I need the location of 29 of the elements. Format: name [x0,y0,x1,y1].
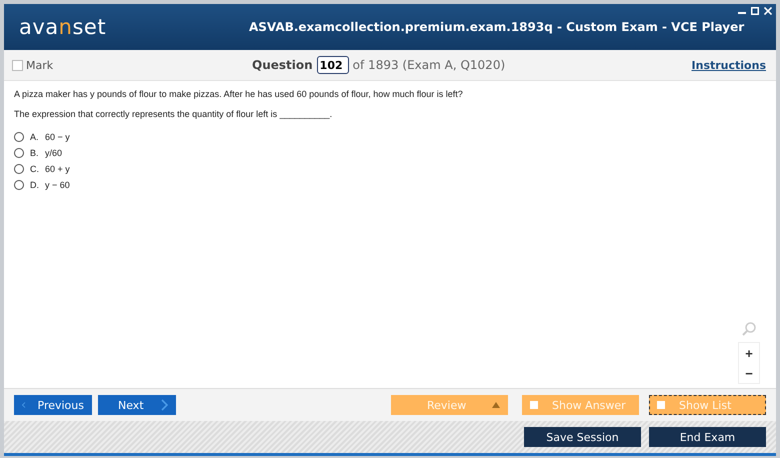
mark-checkbox[interactable]: Mark [12,58,252,72]
instructions-link[interactable]: Instructions [692,58,766,72]
option-text: 60 − y [45,132,70,142]
triangle-icon [492,402,500,408]
question-number-field[interactable]: 102 [316,56,349,74]
option-text: 60 + y [45,164,70,174]
next-button[interactable]: Next [98,395,176,415]
option-letter: D. [30,180,40,190]
option-letter: C. [30,164,40,174]
save-session-button[interactable]: Save Session [524,427,641,447]
option-text: y/60 [45,148,62,158]
question-label: Question [252,58,313,72]
option-letter: A. [30,132,40,142]
previous-button[interactable]: Previous [14,395,92,415]
logo: avanset [19,15,108,39]
chevron-right-icon [161,399,168,411]
end-exam-button[interactable]: End Exam [649,427,766,447]
option-text: y − 60 [45,180,70,190]
maximize-icon[interactable] [751,7,759,15]
question-text: A pizza maker has y pounds of flour to make pizzas. After he has used 60 pounds of flour, how much flour is left? [14,89,464,99]
radio-button[interactable] [14,148,24,158]
question-prompt: The expression that correctly represents the quantity of flour left is __________. [14,109,334,119]
option-letter: B. [30,148,40,158]
close-icon[interactable] [764,7,772,15]
window-title: ASVAB.examcollection.premium.exam.1893q - Custom Exam - VCE Player [249,20,744,34]
question-count: of 1893 (Exam A, Q1020) [352,58,506,72]
radio-button[interactable] [14,164,24,174]
radio-button[interactable] [14,132,24,142]
radio-button[interactable] [14,180,24,190]
